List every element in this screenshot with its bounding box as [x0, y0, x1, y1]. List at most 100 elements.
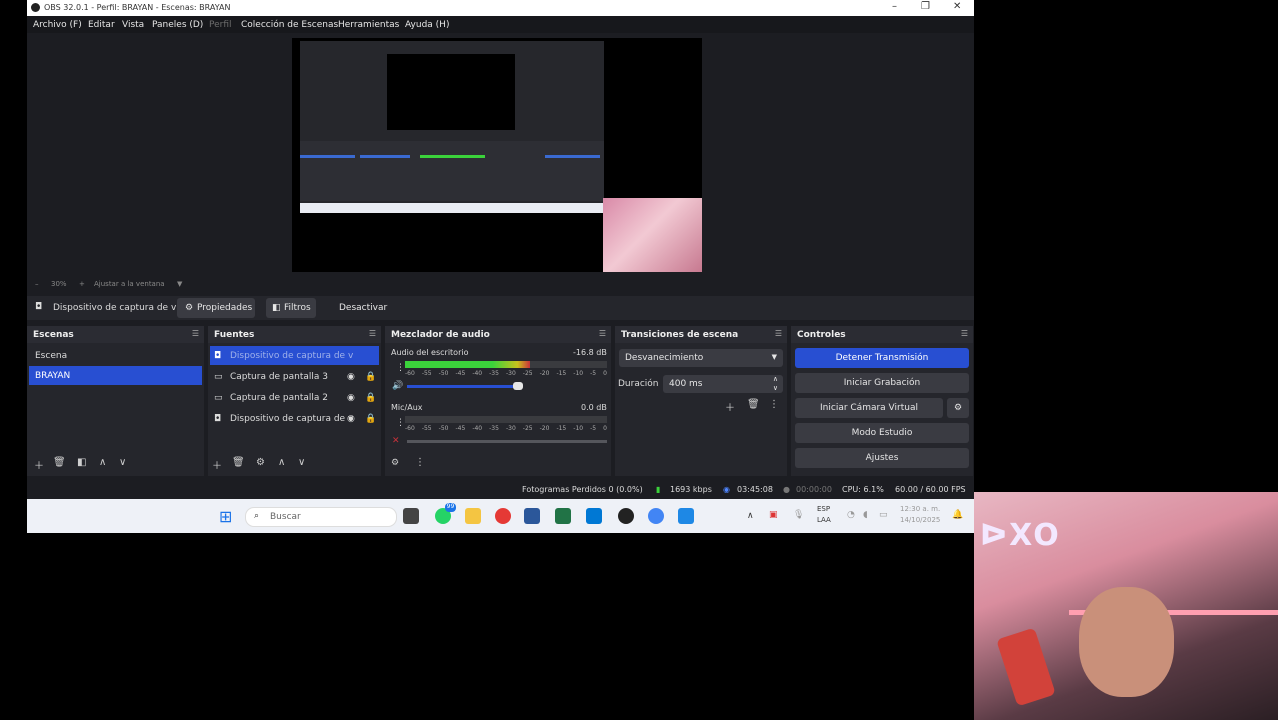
move-down-icon[interactable]: ∨ — [298, 457, 305, 468]
clock-date[interactable]: 14/10/2025 — [900, 516, 940, 524]
mic-volume-slider[interactable] — [407, 440, 607, 443]
zoom-dropdown-icon[interactable]: ▼ — [177, 280, 182, 288]
source-item[interactable]: ▭ Captura de pantalla 2 ◉ 🔒 — [210, 388, 379, 407]
desktop-volume-slider[interactable] — [407, 385, 517, 388]
advanced-audio-icon[interactable]: ⚙ — [391, 458, 399, 468]
delete-transition-icon[interactable]: 🗑 — [747, 399, 760, 410]
properties-button[interactable]: ⚙ Propiedades — [177, 298, 255, 318]
mic-muted-icon[interactable]: ✕ — [392, 436, 400, 446]
phone — [996, 627, 1056, 707]
scene-item-selected[interactable]: BRAYAN — [29, 366, 202, 385]
delete-source-icon[interactable]: 🗑 — [232, 457, 245, 468]
file-explorer-icon[interactable] — [465, 508, 481, 524]
channel-menu-icon[interactable]: ⋮ — [396, 363, 405, 373]
lock-icon[interactable]: 🔒 — [365, 372, 376, 382]
virtual-camera-settings-icon[interactable]: ⚙ — [947, 398, 969, 418]
studio-mode-button[interactable]: Modo Estudio — [795, 423, 969, 443]
tray-app-icon[interactable]: ▣ — [769, 510, 778, 520]
clock-time[interactable]: 12:30 a. m. — [900, 505, 940, 513]
menu-coleccion-escenas[interactable]: Colección de Escenas — [241, 20, 338, 30]
windows-start-icon[interactable]: ⊞ — [219, 507, 232, 526]
channel-menu-icon[interactable]: ⋮ — [396, 418, 405, 428]
delete-scene-icon[interactable]: 🗑 — [53, 457, 66, 468]
source-item[interactable]: ▭ Captura de pantalla 3 ◉ 🔒 — [210, 367, 379, 386]
preview-canvas[interactable] — [292, 38, 702, 272]
vscode-icon[interactable] — [586, 508, 602, 524]
mixer-menu-icon[interactable]: ⋮ — [415, 457, 425, 468]
add-scene-icon[interactable]: ＋ — [34, 457, 44, 472]
meter-scale: -60 -55 -50 -45 -40 -35 -30 -25 -20 -15 -10 -5 0 — [405, 370, 607, 377]
battery-icon[interactable]: ▭ — [879, 510, 888, 520]
volume-icon[interactable]: ◖ — [863, 510, 868, 520]
chevron-up-icon[interactable]: ∧ — [747, 511, 754, 521]
word-icon[interactable] — [524, 508, 540, 524]
lock-icon[interactable]: 🔒 — [365, 393, 376, 403]
chrome-icon[interactable] — [495, 508, 511, 524]
dock-menu-icon[interactable]: ☰ — [192, 329, 199, 338]
chrome-profile-icon[interactable] — [648, 508, 664, 524]
dock-menu-icon[interactable]: ☰ — [775, 329, 782, 338]
fit-window-button[interactable]: Ajustar a la ventana — [94, 280, 165, 288]
deactivate-button[interactable]: Desactivar — [327, 298, 395, 318]
visibility-eye-icon[interactable]: ◉ — [347, 372, 355, 382]
menu-vista[interactable]: Vista — [122, 20, 144, 30]
task-view-icon[interactable] — [403, 508, 419, 524]
menu-editar[interactable]: Editar — [88, 20, 115, 30]
menu-paneles[interactable]: Paneles (D) — [152, 20, 203, 30]
start-virtual-camera-button[interactable]: Iniciar Cámara Virtual — [795, 398, 943, 418]
wifi-icon[interactable]: ◔ — [847, 510, 855, 520]
move-up-icon[interactable]: ∧ — [99, 457, 106, 468]
source-properties-icon[interactable]: ⚙ — [256, 457, 265, 468]
add-transition-icon[interactable]: ＋ — [725, 399, 735, 414]
settings-button[interactable]: Ajustes — [795, 448, 969, 468]
app-icon[interactable] — [678, 508, 694, 524]
spin-up-icon[interactable]: ∧ — [773, 375, 778, 383]
move-up-icon[interactable]: ∧ — [278, 457, 285, 468]
duration-spinbox[interactable]: 400 ms ∧ ∨ — [663, 375, 783, 393]
maximize-button[interactable]: ❐ — [921, 1, 930, 12]
excel-icon[interactable] — [555, 508, 571, 524]
menu-archivo[interactable]: Archivo (F) — [33, 20, 82, 30]
search-icon: ⌕ — [254, 511, 260, 521]
spin-down-icon[interactable]: ∨ — [773, 384, 778, 392]
dock-menu-icon[interactable]: ☰ — [369, 329, 376, 338]
filters-button[interactable]: ◧ Filtros — [266, 298, 316, 318]
dock-menu-icon[interactable]: ☰ — [599, 329, 606, 338]
visibility-eye-icon[interactable]: ◉ — [347, 393, 355, 403]
menu-herramientas[interactable]: Herramientas — [338, 20, 399, 30]
language[interactable]: ESP — [817, 505, 830, 513]
meter-scale: -60 -55 -50 -45 -40 -35 -30 -25 -20 -15 -10 -5 0 — [405, 425, 607, 432]
scene-filters-icon[interactable]: ◧ — [77, 457, 86, 468]
menu-bar: Archivo (F) Editar Vista Paneles (D) Per… — [27, 16, 974, 33]
signal-icon: ▮ — [656, 485, 661, 494]
menu-perfil[interactable]: Perfil — [209, 20, 232, 30]
scene-item[interactable]: Escena — [29, 346, 202, 365]
close-button[interactable]: ✕ — [953, 1, 961, 12]
preview-area[interactable] — [27, 33, 974, 278]
minimize-button[interactable]: – — [892, 1, 897, 12]
dock-menu-icon[interactable]: ☰ — [961, 329, 968, 338]
source-item-selected[interactable]: ◘ Dispositivo de captura de v — [210, 346, 379, 365]
obs-taskbar-icon[interactable] — [618, 508, 634, 524]
speaker-icon[interactable]: 🔊 — [392, 381, 403, 391]
move-down-icon[interactable]: ∨ — [119, 457, 126, 468]
record-icon: ● — [783, 485, 790, 494]
source-item[interactable]: ◘ Dispositivo de captura de v ◉ 🔒 — [210, 409, 379, 428]
taskbar-search[interactable]: ⌕ Buscar — [245, 507, 397, 527]
notifications-icon[interactable]: 🔔 — [952, 510, 963, 520]
filter-icon: ◧ — [272, 303, 281, 313]
transition-select[interactable]: Desvanecimiento ▼ — [619, 349, 783, 367]
stop-stream-button[interactable]: Detener Transmisión — [795, 348, 969, 368]
sources-title: Fuentes — [214, 330, 255, 340]
lock-icon[interactable]: 🔒 — [365, 414, 376, 424]
transition-menu-icon[interactable]: ⋮ — [769, 399, 779, 410]
visibility-eye-icon[interactable]: ◉ — [347, 414, 355, 424]
zoom-in-button[interactable]: + — [79, 280, 85, 288]
start-recording-button[interactable]: Iniciar Grabación — [795, 373, 969, 393]
zoom-out-button[interactable]: – — [35, 280, 39, 288]
selected-source-name: Dispositivo de captura de v — [53, 303, 177, 313]
add-source-icon[interactable]: ＋ — [212, 457, 222, 472]
menu-ayuda[interactable]: Ayuda (H) — [405, 20, 449, 30]
volume-handle[interactable] — [513, 382, 523, 390]
mic-icon[interactable]: 🎙 — [793, 510, 804, 520]
